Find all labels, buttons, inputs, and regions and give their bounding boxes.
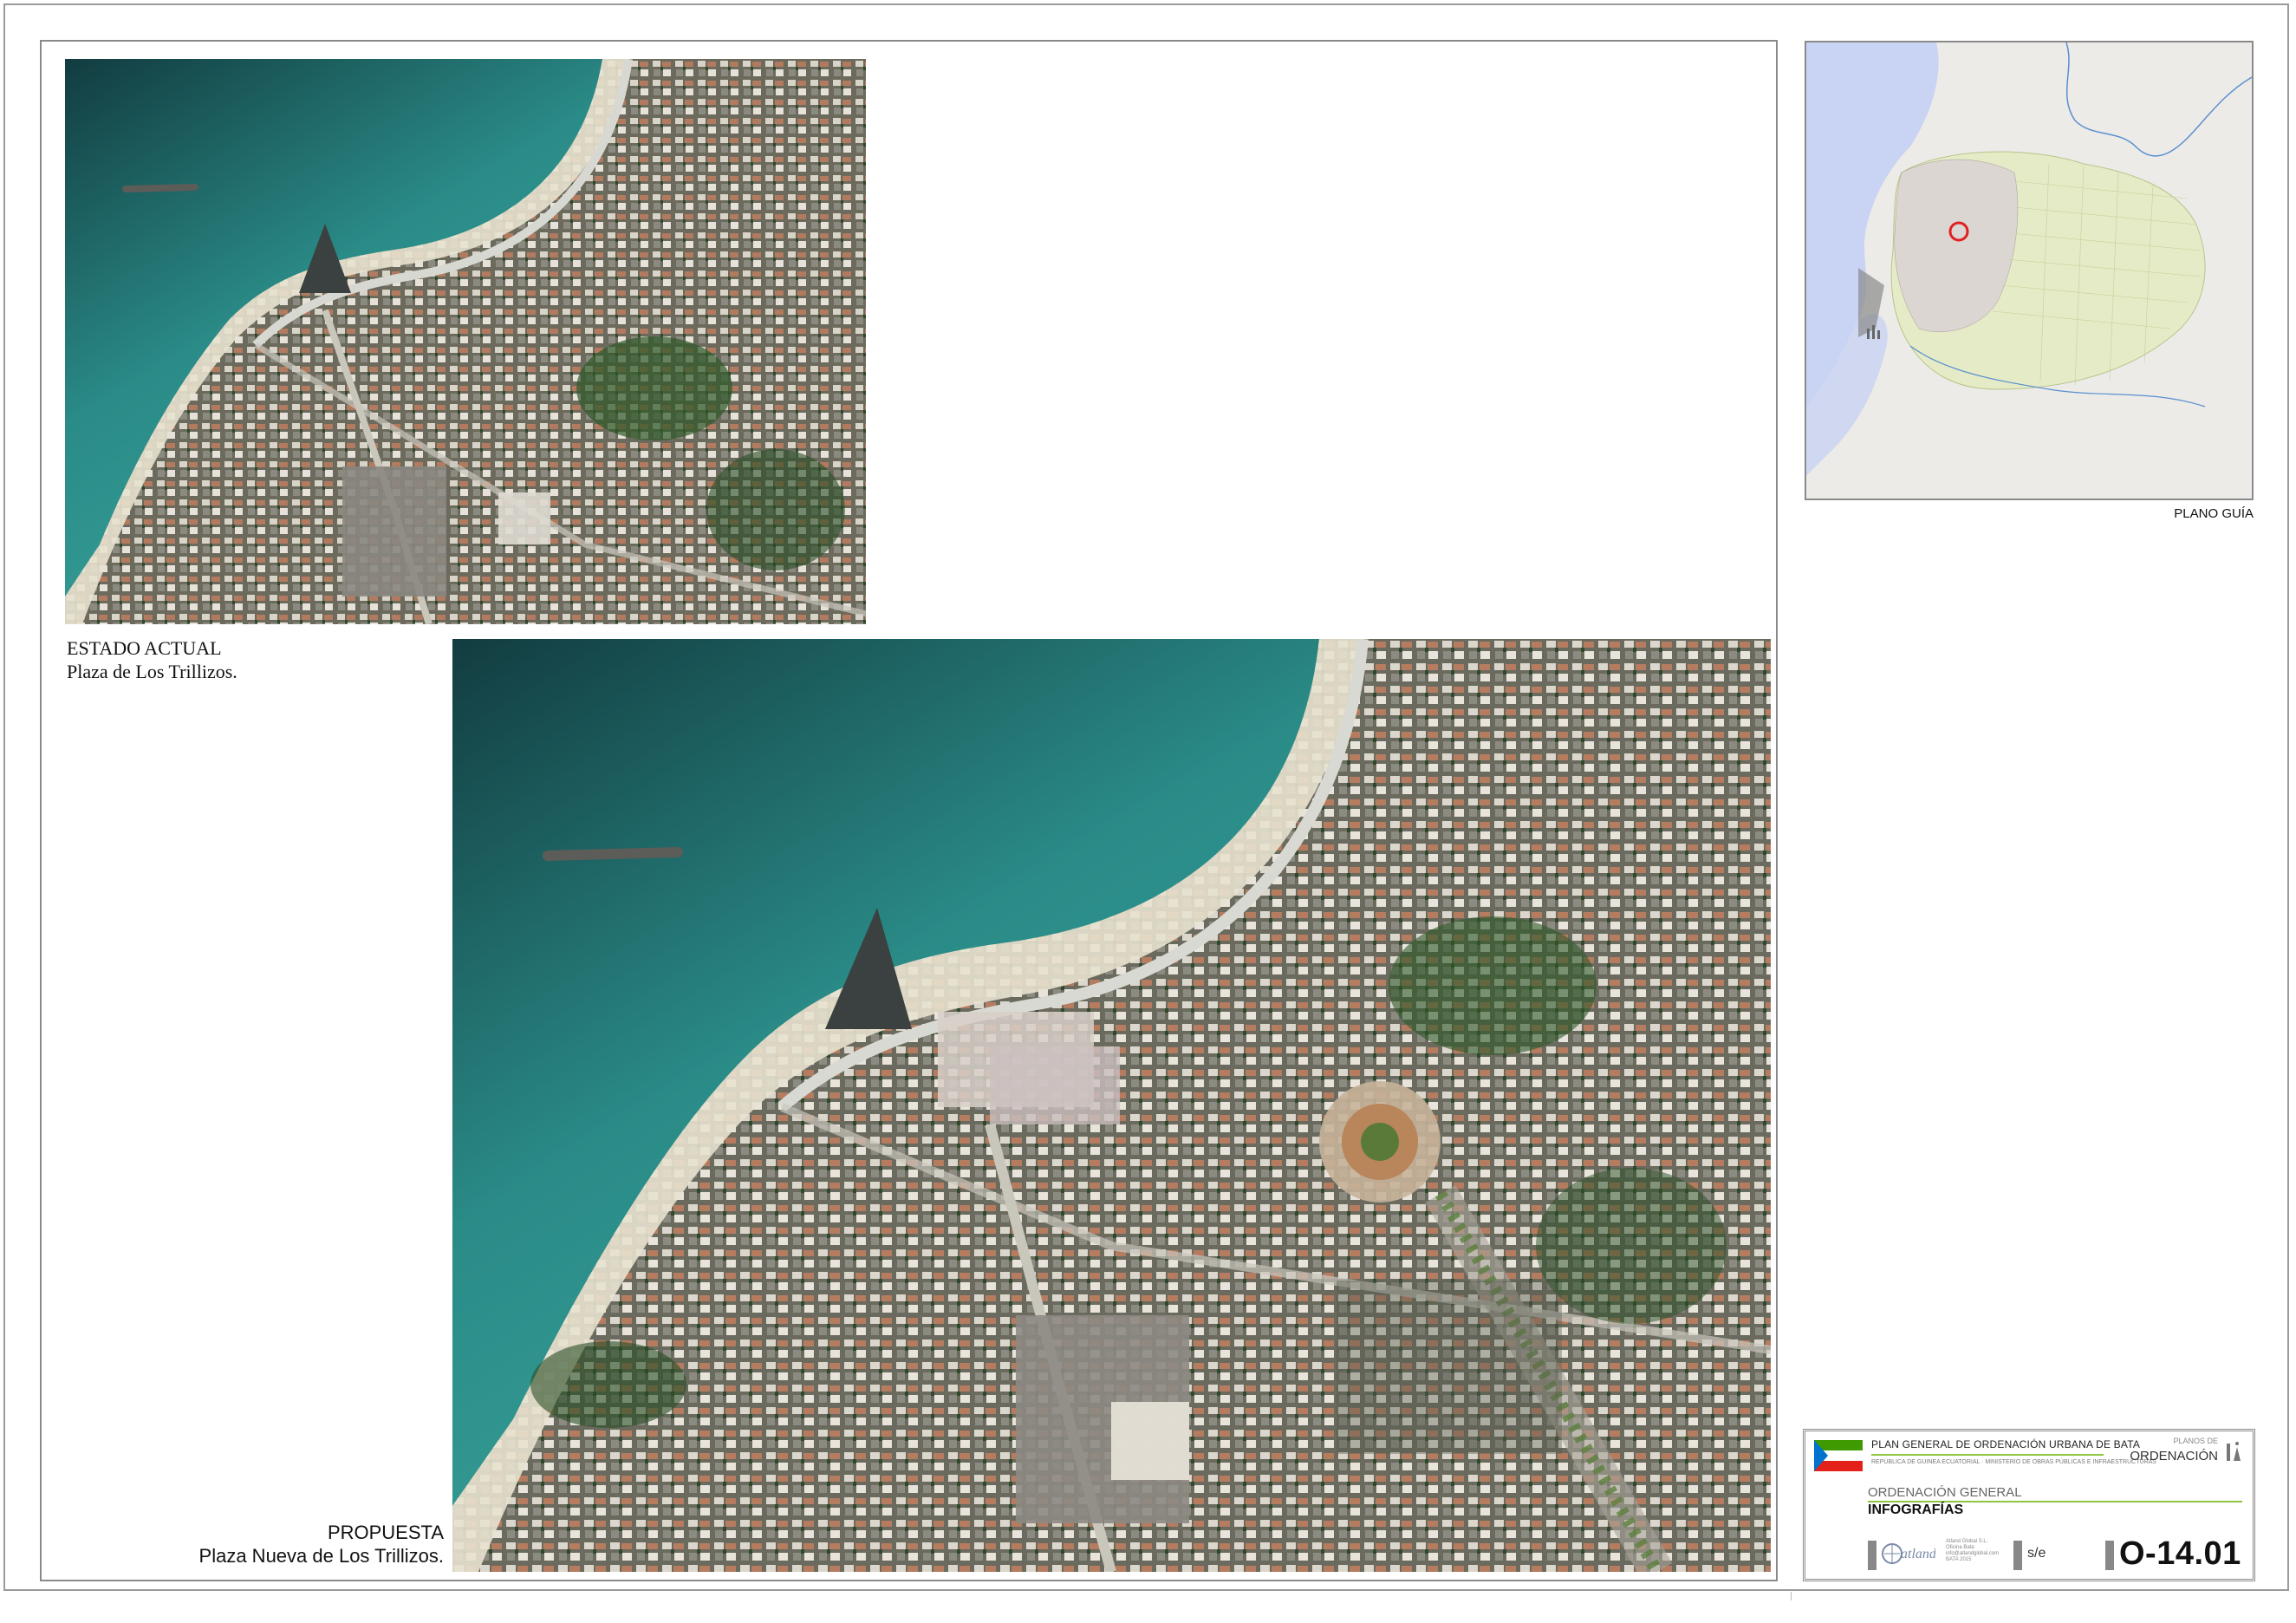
current-state-aerial-photo bbox=[65, 59, 866, 624]
label-box-3 bbox=[2105, 1541, 2114, 1570]
plan-title-underline bbox=[1871, 1454, 2104, 1456]
svg-text:atland: atland bbox=[1901, 1547, 1935, 1561]
equatorial-guinea-flag-icon bbox=[1814, 1440, 1863, 1471]
subsection-label: INFOGRAFÍAS bbox=[1868, 1502, 1964, 1517]
proposal-title: PROPUESTA bbox=[327, 1522, 444, 1543]
current-state-caption: ESTADO ACTUAL Plaza de Los Trillizos. bbox=[67, 636, 237, 683]
company-details: Atland Global S.L. Oficina Bata info@atl… bbox=[1946, 1539, 1999, 1563]
company-line: BATA 2015 bbox=[1946, 1557, 1972, 1562]
label-box-1 bbox=[1868, 1541, 1876, 1570]
guide-map-label: PLANO GUÍA bbox=[2174, 506, 2254, 521]
ordenacion-icon bbox=[2227, 1442, 2241, 1461]
scale-value: s/e bbox=[2027, 1546, 2046, 1561]
ordenacion-label: ORDENACIÓN bbox=[2130, 1449, 2218, 1463]
republic-line: REPÚBLICA DE GUINEA ECUATORIAL · MINISTE… bbox=[1871, 1459, 2156, 1465]
label-box-2 bbox=[2013, 1541, 2022, 1570]
proposal-aerial-photo bbox=[452, 639, 1771, 1572]
company-line: Oficina Bata bbox=[1946, 1545, 1974, 1550]
current-state-subtitle: Plaza de Los Trillizos. bbox=[67, 661, 237, 682]
current-state-title: ESTADO ACTUAL bbox=[67, 637, 222, 659]
planos-de-label: PLANOS DE bbox=[2173, 1437, 2218, 1445]
sheet-code: O-14.01 bbox=[2119, 1535, 2241, 1572]
company-line: Atland Global S.L. bbox=[1946, 1539, 1988, 1544]
atland-logo-icon: atland bbox=[1882, 1543, 1935, 1564]
company-line: info@atlandglobal.com bbox=[1946, 1551, 2000, 1556]
guide-map bbox=[1805, 41, 2254, 500]
proposal-caption: PROPUESTA Plaza Nueva de Los Trillizos. bbox=[130, 1521, 444, 1568]
footer-tick bbox=[1791, 1592, 1792, 1600]
plan-title: PLAN GENERAL DE ORDENACIÓN URBANA DE BAT… bbox=[1871, 1438, 2141, 1450]
title-block: PLAN GENERAL DE ORDENACIÓN URBANA DE BAT… bbox=[1803, 1429, 2255, 1581]
section-label: ORDENACIÓN GENERAL bbox=[1868, 1485, 2022, 1500]
proposal-subtitle: Plaza Nueva de Los Trillizos. bbox=[198, 1545, 444, 1567]
